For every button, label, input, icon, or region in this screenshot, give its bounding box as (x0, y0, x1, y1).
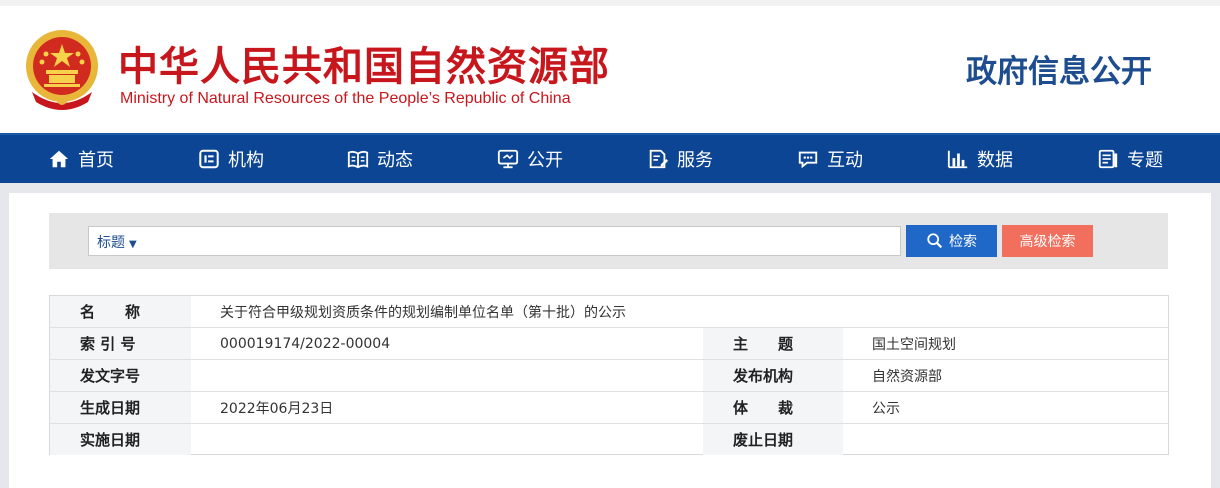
nav-item-interaction[interactable]: 互动 (797, 135, 863, 183)
book-icon (347, 150, 369, 169)
issuer-label: 发布机构 (703, 360, 843, 391)
topic-document-icon (1098, 149, 1118, 169)
nav-item-label: 互动 (827, 150, 863, 171)
nav-item-label: 专题 (1127, 150, 1163, 171)
nav-item-label: 动态 (377, 150, 413, 171)
genre-label: 体 裁 (703, 392, 843, 423)
nav-item-label: 首页 (78, 150, 114, 171)
site-header: 中华人民共和国自然资源部 Ministry of Natural Resourc… (0, 0, 1220, 133)
document-number-label: 发文字号 (50, 360, 191, 391)
search-type-dropdown[interactable]: 标题 ▼ (97, 232, 137, 252)
organization-icon (199, 149, 219, 169)
nav-item-news[interactable]: 动态 (347, 135, 413, 183)
advanced-search-button[interactable]: 高级检索 (1002, 225, 1093, 257)
nav-item-topics[interactable]: 专题 (1097, 135, 1163, 183)
nav-item-label: 公开 (527, 150, 563, 171)
search-button[interactable]: 检索 (906, 225, 997, 257)
info-row-index: 索 引 号 000019174/2022-00004 主 题 国土空间规划 (50, 328, 1168, 360)
created-date-label: 生成日期 (50, 392, 191, 423)
effective-date-label: 实施日期 (50, 424, 191, 455)
home-icon (49, 150, 69, 168)
search-button-label: 检索 (949, 234, 977, 250)
info-row-name: 名 称 关于符合甲级规划资质条件的规划编制单位名单（第十批）的公示 (50, 296, 1168, 328)
nav-item-home[interactable]: 首页 (48, 135, 114, 183)
info-row-effective: 实施日期 废止日期 (50, 424, 1168, 456)
info-row-docno: 发文字号 发布机构 自然资源部 (50, 360, 1168, 392)
nav-item-services[interactable]: 服务 (647, 135, 713, 183)
nav-item-label: 机构 (228, 150, 264, 171)
site-title-english: Ministry of Natural Resources of the Peo… (120, 90, 571, 107)
nav-item-label: 数据 (977, 150, 1013, 171)
bar-chart-icon (947, 150, 968, 169)
search-type-label: 标题 (97, 235, 125, 251)
expiry-date-label: 废止日期 (703, 424, 843, 455)
created-date-value: 2022年06月23日 (220, 400, 334, 417)
index-number-label: 索 引 号 (50, 328, 191, 359)
nav-item-disclosure[interactable]: 公开 (497, 135, 563, 183)
monitor-icon (497, 149, 519, 169)
main-navigation: 首页 机构 动态 公开 服务 互动 数据 专题 (0, 133, 1220, 183)
caret-down-icon: ▼ (129, 239, 137, 250)
nav-item-organization[interactable]: 机构 (198, 135, 264, 183)
edit-document-icon (649, 149, 669, 169)
advanced-search-label: 高级检索 (1019, 234, 1076, 250)
nav-item-data[interactable]: 数据 (947, 135, 1013, 183)
genre-value: 公示 (872, 400, 900, 417)
topic-label: 主 题 (703, 328, 843, 359)
index-number-value: 000019174/2022-00004 (220, 335, 391, 352)
search-icon (927, 233, 943, 249)
chat-bubble-icon (798, 151, 818, 169)
name-value: 关于符合甲级规划资质条件的规划编制单位名单（第十批）的公示 (220, 304, 626, 321)
site-title-chinese: 中华人民共和国自然资源部 (118, 44, 610, 90)
info-row-created: 生成日期 2022年06月23日 体 裁 公示 (50, 392, 1168, 424)
topic-value: 国土空间规划 (872, 336, 956, 353)
name-label: 名 称 (50, 296, 191, 327)
issuer-value: 自然资源部 (872, 368, 942, 385)
gov-info-disclosure-title: 政府信息公开 (966, 54, 1152, 90)
document-info-table: 名 称 关于符合甲级规划资质条件的规划编制单位名单（第十批）的公示 索 引 号 … (49, 295, 1169, 455)
nav-item-label: 服务 (677, 150, 713, 171)
national-emblem-icon (22, 28, 102, 112)
search-input[interactable] (88, 226, 901, 256)
